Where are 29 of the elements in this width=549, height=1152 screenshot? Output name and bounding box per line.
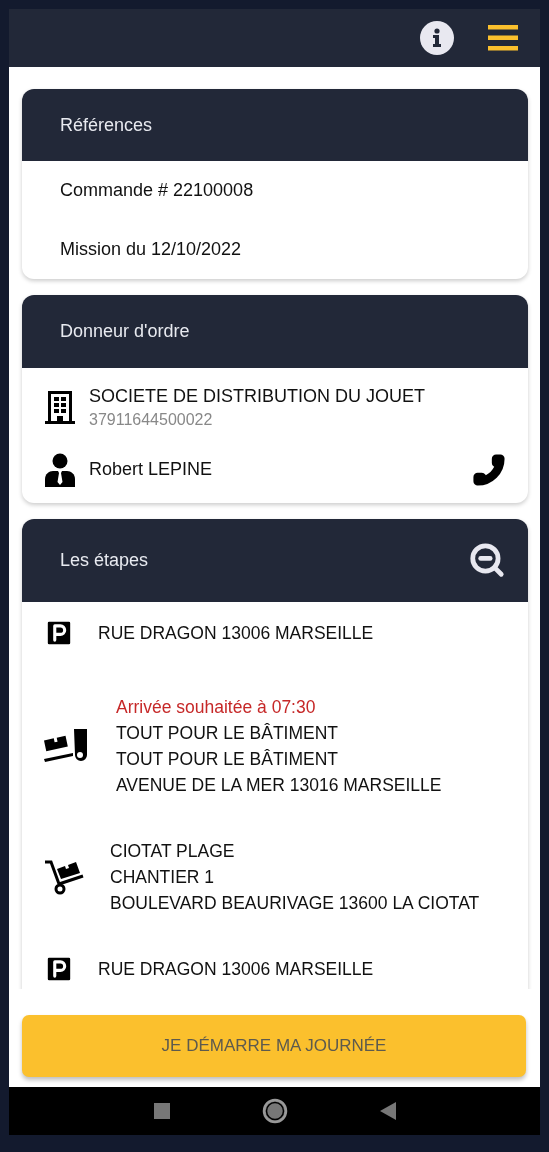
card-title: Donneur d'ordre — [60, 321, 190, 342]
zoom-out-icon[interactable] — [468, 541, 506, 580]
reference-text: Mission du 12/10/2022 — [59, 238, 243, 261]
start-day-button[interactable]: JE DÉMARRE MA JOURNÉE — [22, 1015, 526, 1077]
contact-name: Robert LEPINE — [89, 459, 213, 481]
back-icon[interactable] — [379, 1102, 396, 1120]
company-id: 37911644500022 — [89, 409, 214, 429]
step-address-line: TOUT POUR LE BÂTIMENT — [116, 721, 340, 745]
step-address-line: AVENUE DE LA MER 13016 MARSEILLE — [116, 773, 442, 797]
person-icon — [45, 452, 75, 487]
card-title: Références — [60, 114, 153, 136]
step-address-line: CHANTIER 1 — [110, 865, 216, 889]
step-address-line: RUE DRAGON 13006 MARSEILLE — [98, 957, 374, 981]
card-title: Les étapes — [60, 549, 149, 571]
recent-apps-icon[interactable] — [153, 1103, 170, 1119]
hand-truck-icon — [44, 858, 84, 895]
arrival-time-note: Arrivée souhaitée à 07:30 — [116, 695, 317, 719]
menu-icon[interactable] — [488, 25, 518, 51]
step-address-line: BOULEVARD BEAURIVAGE 13600 LA CIOTAT — [110, 891, 480, 915]
step-address-line: RUE DRAGON 13006 MARSEILLE — [98, 621, 374, 645]
company-name: SOCIETE DE DISTRIBUTION DU JOUET — [89, 386, 426, 408]
step-address-line: TOUT POUR LE BÂTIMENT — [116, 747, 340, 771]
reference-text: Commande # 22100008 — [59, 179, 255, 202]
building-icon — [45, 390, 75, 425]
home-icon[interactable] — [261, 1098, 288, 1124]
truck-icon — [44, 728, 88, 763]
step-address-line: CIOTAT PLAGE — [110, 839, 236, 863]
info-icon[interactable] — [420, 21, 454, 55]
phone-icon[interactable] — [472, 452, 506, 487]
